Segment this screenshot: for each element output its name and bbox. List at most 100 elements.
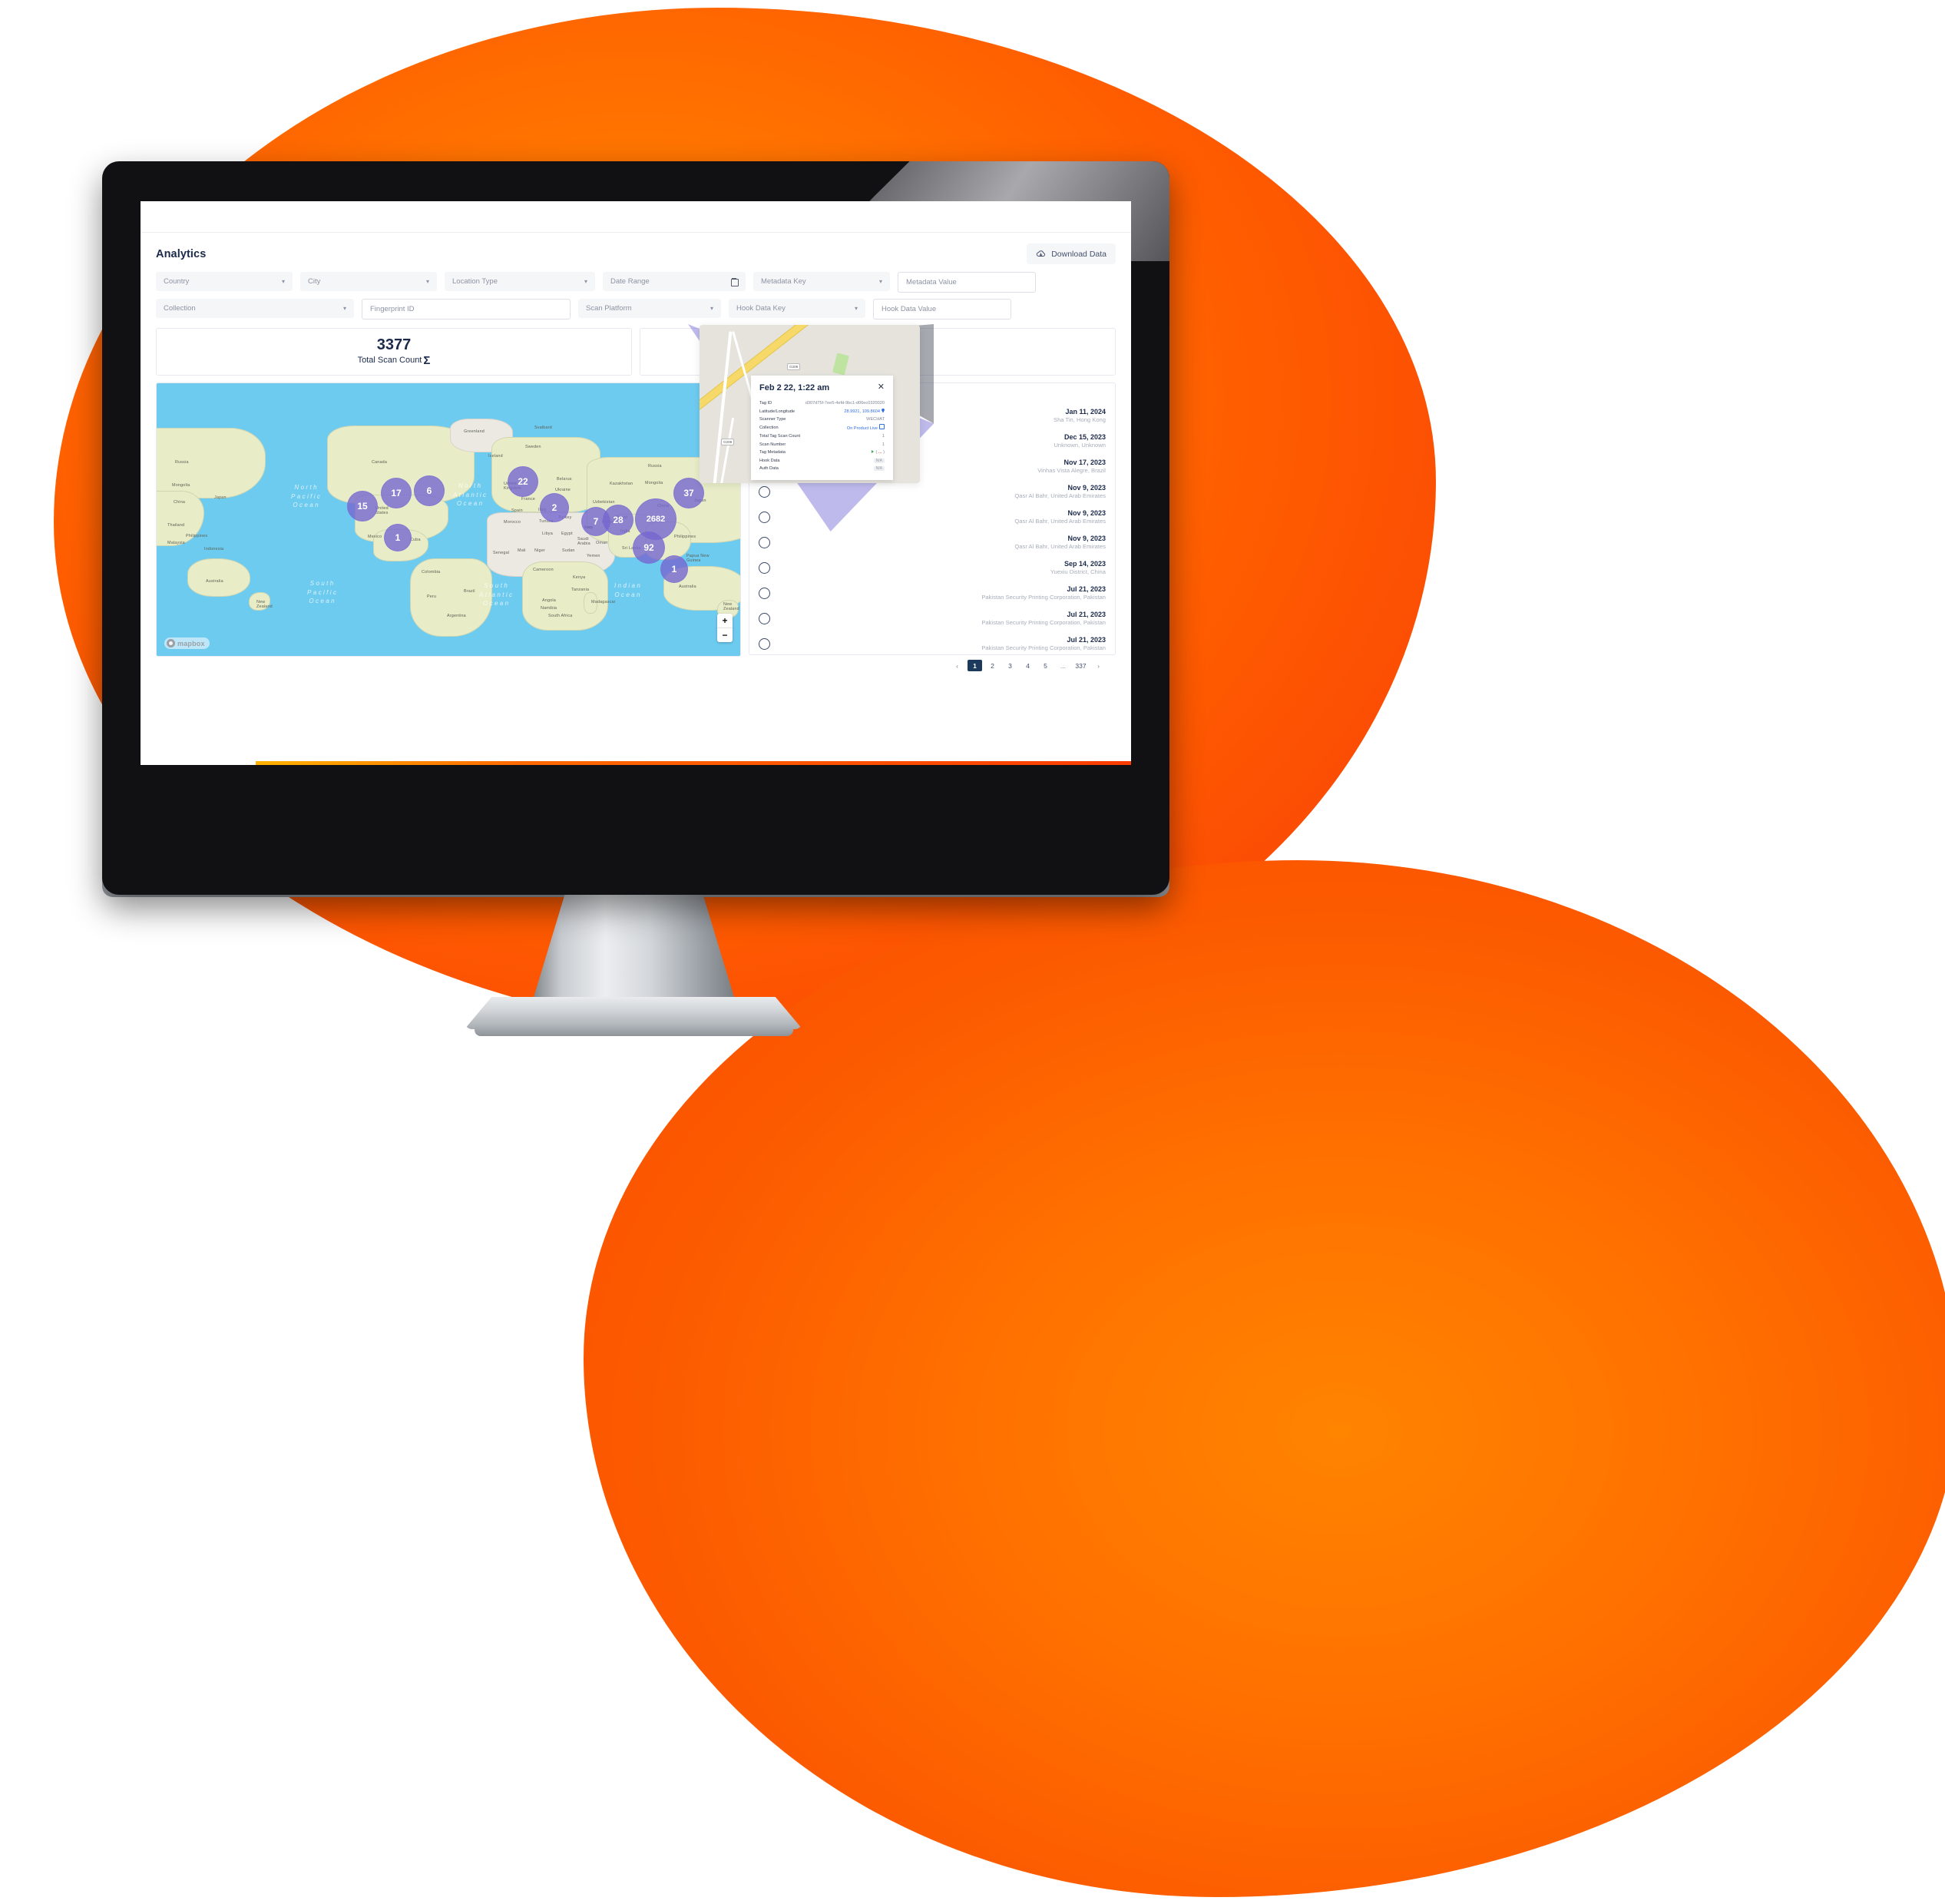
download-data-label: Download Data <box>1051 249 1106 259</box>
landmass-asia-left <box>157 428 266 498</box>
filter-location-type[interactable]: Location Type ▾ <box>445 272 595 291</box>
scan-item-location: Vinhas Vista Alegre, Brazil <box>1037 467 1106 475</box>
scan-item-date: Dec 15, 2023 <box>1063 433 1106 442</box>
map-pin-icon[interactable] <box>882 408 885 413</box>
map-cluster-marker[interactable]: 15 <box>347 491 378 522</box>
map-cluster-marker[interactable]: 6 <box>414 475 445 506</box>
map-cluster-marker[interactable]: 1 <box>660 555 688 583</box>
scan-item-date: Nov 9, 2023 <box>1067 535 1106 543</box>
pagination-page-4[interactable]: 4 <box>1020 660 1035 671</box>
popup-row-key: Hook Data <box>759 458 780 463</box>
scan-item-location: Pakistan Security Printing Corporation, … <box>981 594 1106 601</box>
filter-scan-platform[interactable]: Scan Platform ▾ <box>578 299 721 318</box>
popup-row-key: Scan Number <box>759 442 786 447</box>
scan-detail-popup[interactable]: Feb 2 22, 1:22 am ✕ Tag ID d307d75f-7ee5-… <box>751 376 893 480</box>
panels-row: North Pacific Ocean North Atlantic Ocean S… <box>156 382 1116 671</box>
filter-country-label: Country <box>164 277 190 286</box>
scan-list-item[interactable]: Jul 21, 2023 Pakistan Security Printing C… <box>759 606 1106 631</box>
popup-row-key: Tag ID <box>759 401 772 406</box>
scan-list-item[interactable]: Sep 14, 2023 Yuexiu District, China <box>759 555 1106 581</box>
popup-row-key: Auth Data <box>759 466 779 472</box>
filter-hook-data-value-label: Hook Data Value <box>882 305 937 313</box>
filter-country[interactable]: Country ▾ <box>156 272 293 291</box>
mapbox-attribution[interactable]: mapbox <box>164 637 210 649</box>
zoom-in-button[interactable]: + <box>717 614 733 628</box>
compass-icon <box>759 512 770 523</box>
pagination[interactable]: ‹ 1 2 3 4 5... 337 › <box>759 660 1106 671</box>
compass-icon <box>759 562 770 574</box>
filter-date-range[interactable]: Date Range <box>603 272 746 291</box>
landmass-australia-left <box>187 558 250 597</box>
app-body: Analytics Download Data Country ▾ City ▾… <box>141 233 1131 671</box>
scan-item-location: Yuexiu District, China <box>1050 568 1106 576</box>
popup-row: Hook Data N/A <box>759 457 885 465</box>
popup-row-value: N/A <box>873 457 885 465</box>
scan-item-date: Nov 17, 2023 <box>1063 459 1106 467</box>
scan-list-item[interactable]: Jul 21, 2023 Pakistan Security Printing C… <box>759 631 1106 657</box>
filter-hook-data-key[interactable]: Hook Data Key ▾ <box>729 299 865 318</box>
map-cluster-marker[interactable]: 1 <box>384 524 412 551</box>
scan-list-item[interactable]: Nov 9, 2023 Qasr Al Bahr, United Arab Emi… <box>759 505 1106 530</box>
scan-list-item[interactable]: Nov 9, 2023 Qasr Al Bahr, United Arab Emi… <box>759 530 1106 555</box>
pagination-ellipsis[interactable]: ... <box>1056 660 1070 671</box>
scan-item-meta: Jul 21, 2023 Pakistan Security Printing C… <box>981 636 1106 652</box>
filter-metadata-key[interactable]: Metadata Key ▾ <box>753 272 890 291</box>
filter-metadata-value[interactable]: Metadata Value <box>898 272 1036 293</box>
world-map-panel[interactable]: North Pacific Ocean North Atlantic Ocean S… <box>156 382 741 657</box>
chevron-down-icon: ▾ <box>342 304 346 312</box>
monitor-mockup: Analytics Download Data Country ▾ City ▾… <box>102 161 1177 1068</box>
scan-item-date: Sep 14, 2023 <box>1063 560 1106 568</box>
total-scan-count-label: Total Scan Count <box>357 356 422 365</box>
close-icon[interactable]: ✕ <box>878 383 885 392</box>
filter-metadata-key-label: Metadata Key <box>761 277 806 286</box>
filter-scan-platform-label: Scan Platform <box>586 304 632 313</box>
inset-park <box>832 353 849 376</box>
map-zoom-controls[interactable]: + − <box>717 614 733 642</box>
pagination-next[interactable]: › <box>1091 660 1106 671</box>
download-data-button[interactable]: Download Data <box>1027 243 1116 264</box>
popup-row-value[interactable]: 28.9921, 109.8604 <box>844 408 885 416</box>
filter-hook-data-value[interactable]: Hook Data Value <box>873 299 1011 320</box>
popup-header: Feb 2 22, 1:22 am ✕ <box>759 383 885 393</box>
scan-item-location: Qasr Al Bahr, United Arab Emirates <box>1014 492 1106 500</box>
pagination-page-3[interactable]: 3 <box>1003 660 1017 671</box>
filter-city[interactable]: City ▾ <box>300 272 437 291</box>
mapbox-icon <box>167 639 175 647</box>
map-cluster-marker[interactable]: 92 <box>633 531 665 564</box>
pagination-page-2[interactable]: 2 <box>985 660 1000 671</box>
pagination-prev[interactable]: ‹ <box>950 660 964 671</box>
map-cluster-marker[interactable]: 28 <box>603 505 633 535</box>
scan-list-item[interactable]: Jul 21, 2023 Pakistan Security Printing C… <box>759 581 1106 606</box>
map-cluster-marker[interactable]: 2 <box>540 493 569 522</box>
external-link-icon[interactable] <box>879 423 885 429</box>
zoom-out-button[interactable]: − <box>717 628 733 642</box>
scan-item-date: Nov 9, 2023 <box>1067 509 1106 518</box>
popup-row: Total Tag Scan Count 1 <box>759 432 885 441</box>
filter-fingerprint-id-label: Fingerprint ID <box>370 305 415 313</box>
scan-item-location: Sha Tin, Hong Kong <box>1054 416 1106 424</box>
popup-metadata-value: ( ... ) <box>875 450 885 455</box>
popup-row-value[interactable]: On Product Live <box>847 423 885 433</box>
pagination-page-5[interactable]: 5 <box>1038 660 1053 671</box>
map-cluster-marker[interactable]: 22 <box>508 466 538 497</box>
pagination-page-last[interactable]: 337 <box>1073 660 1088 671</box>
filter-row-2: Collection ▾ Fingerprint ID Scan Platfor… <box>156 299 1116 320</box>
map-cluster-marker[interactable]: 17 <box>381 478 412 508</box>
scan-item-meta: Nov 17, 2023 Vinhas Vista Alegre, Brazil <box>1037 459 1106 475</box>
filter-collection[interactable]: Collection ▾ <box>156 299 354 318</box>
expand-triangle-icon[interactable] <box>872 450 875 454</box>
popup-row: Auth Data N/A <box>759 465 885 473</box>
compass-icon <box>759 537 770 548</box>
scan-item-date: Jul 21, 2023 <box>1067 636 1106 644</box>
filter-fingerprint-id[interactable]: Fingerprint ID <box>362 299 571 320</box>
map-cluster-marker[interactable]: 37 <box>673 478 704 508</box>
compass-icon <box>759 588 770 599</box>
screen-bottom-accent <box>256 761 1131 765</box>
calendar-icon <box>731 277 739 286</box>
popup-row-key: Scanner Type <box>759 417 786 422</box>
chevron-down-icon: ▾ <box>584 277 587 285</box>
pagination-page-1[interactable]: 1 <box>968 660 982 671</box>
scan-item-date: Jul 21, 2023 <box>1067 585 1106 594</box>
monitor-screen: Analytics Download Data Country ▾ City ▾… <box>141 201 1131 765</box>
monitor-stand-column <box>532 895 736 1002</box>
